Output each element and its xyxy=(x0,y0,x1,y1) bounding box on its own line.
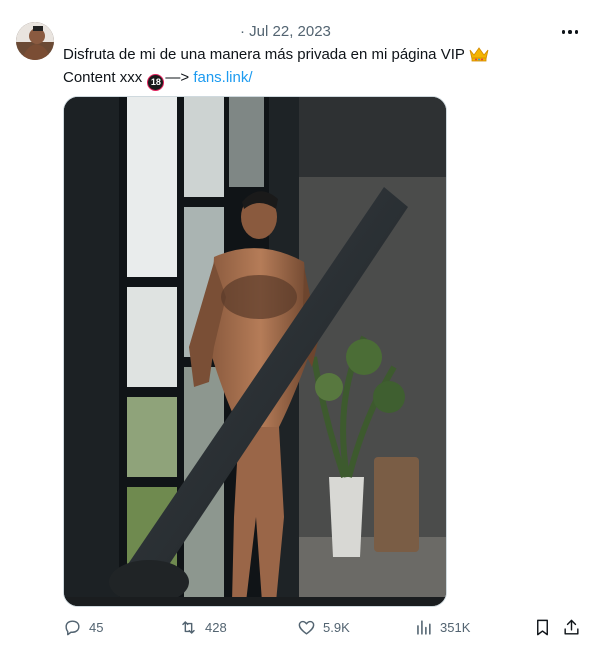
share-icon xyxy=(564,619,579,635)
tweet-date[interactable]: · Jul 22, 2023 xyxy=(240,23,331,40)
bookmark-icon xyxy=(537,619,548,636)
tweet-line-1-text: Disfruta de mi de una manera más privada… xyxy=(63,46,465,63)
like-count: 5.9K xyxy=(323,620,350,635)
fans-link[interactable]: fans.link/ xyxy=(193,69,252,86)
more-dots-icon[interactable] xyxy=(556,22,584,42)
tweet-line-2-prefix: Content xxx xyxy=(63,69,143,86)
bookmark-button[interactable] xyxy=(533,618,559,637)
reply-button[interactable]: 45 xyxy=(63,618,103,637)
arrow-text: —> xyxy=(165,69,190,86)
crown-emoji-icon xyxy=(469,46,489,68)
tweet-photo[interactable] xyxy=(63,96,447,607)
views-icon xyxy=(417,620,431,635)
reply-count: 45 xyxy=(89,620,104,635)
share-button[interactable] xyxy=(562,618,588,637)
views-button[interactable]: 351K xyxy=(414,618,470,637)
tweet-line-1: Disfruta de mi de una manera más privada… xyxy=(63,45,563,68)
repost-button[interactable]: 428 xyxy=(179,618,227,637)
tweet-line-2: Content xxx 18 —> fans.link/ xyxy=(63,68,563,91)
like-icon xyxy=(298,620,315,635)
eighteen-badge-icon: 18 xyxy=(147,73,165,91)
avatar[interactable] xyxy=(16,22,54,60)
views-count: 351K xyxy=(440,620,471,635)
tweet-text: Disfruta de mi de una manera más privada… xyxy=(63,45,563,91)
repost-count: 428 xyxy=(205,620,227,635)
repost-icon xyxy=(182,621,195,634)
like-button[interactable]: 5.9K xyxy=(297,618,350,637)
photo-image xyxy=(64,97,446,606)
reply-icon xyxy=(65,620,80,636)
action-bar: 45 428 5.9K 351K xyxy=(0,618,589,644)
